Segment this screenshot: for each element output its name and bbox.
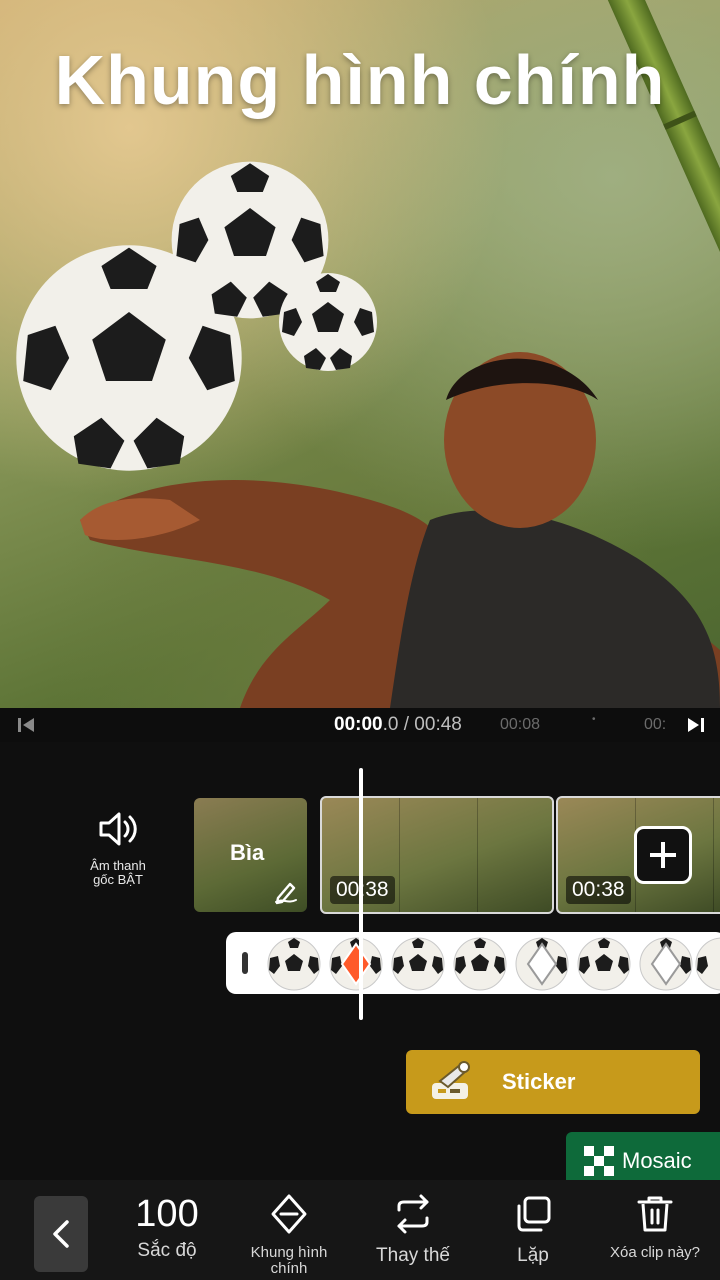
cover-label: Bìa: [230, 840, 265, 865]
duplicate-label: Lặp: [517, 1245, 549, 1266]
mosaic-button-label: Mosaic: [622, 1148, 692, 1173]
trash-icon: [637, 1196, 673, 1232]
skip-to-end-icon[interactable]: [684, 716, 708, 734]
skip-to-start-icon[interactable]: [16, 716, 38, 734]
preview-title: Khung hình chính: [54, 41, 666, 119]
timeline-tick: 00:: [644, 716, 667, 733]
video-preview[interactable]: Khung hình chính: [0, 0, 720, 708]
ball-sticker-frame: [267, 937, 321, 991]
replace-label: Thay thế: [376, 1245, 450, 1266]
ball-sticker-frame: [639, 937, 693, 991]
sticker-button-label: Sticker: [502, 1069, 576, 1094]
sticker-icon: [432, 1061, 470, 1099]
original-audio-toggle[interactable]: Âm thanh gốc BẬT: [78, 808, 158, 887]
delete-tool[interactable]: Xóa clip này?: [600, 1192, 710, 1261]
chevron-left-icon: [53, 1220, 69, 1248]
replace-tool[interactable]: Thay thế: [358, 1192, 468, 1267]
replace-arrows-icon: [397, 1194, 429, 1234]
timeline-tick: 00:08: [500, 716, 541, 733]
keyframe-label: Khung hình chính: [250, 1244, 328, 1277]
mosaic-icon: [584, 1146, 614, 1176]
ball-sticker-frame: [695, 937, 720, 991]
sticker-layer-button[interactable]: Sticker: [406, 1050, 700, 1114]
ball-sticker-frame: [329, 937, 383, 991]
intensity-label: Sắc độ: [137, 1240, 197, 1261]
clip-duration: 00:38: [566, 876, 631, 904]
keyframe-diamond-icon: [271, 1194, 307, 1234]
soccer-ball-small: [279, 273, 377, 371]
current-time: 00:00.0 / 00:48: [334, 714, 462, 735]
plus-icon: [650, 842, 676, 868]
track-trim-handle[interactable]: [242, 952, 248, 974]
ball-sticker-frame: [577, 937, 631, 991]
edit-cover-icon[interactable]: [272, 878, 300, 906]
timeline-header: 00:00.0 / 00:48 00:08 • 00:: [0, 708, 720, 742]
bottom-toolbar: 100 Sắc độ Khung hình chính Thay thế Lặp: [0, 1180, 720, 1280]
cover-thumbnail[interactable]: Bìa: [194, 798, 307, 912]
ball-sticker-frame: [515, 937, 569, 991]
intensity-value: 100: [135, 1193, 199, 1235]
intensity-tool[interactable]: 100 Sắc độ: [112, 1192, 222, 1262]
speaker-icon: [99, 812, 137, 846]
ball-sticker-frame: [453, 937, 507, 991]
playhead[interactable]: [359, 768, 363, 1020]
delete-label: Xóa clip này?: [609, 1244, 701, 1261]
add-clip-button[interactable]: [634, 826, 692, 884]
sticker-track[interactable]: [226, 932, 720, 994]
keyframe-tool[interactable]: Khung hình chính: [234, 1192, 344, 1277]
video-clip[interactable]: 00:38: [320, 796, 554, 914]
timeline-tick-dot: •: [592, 714, 596, 725]
audio-toggle-label: Âm thanh gốc BẬT: [90, 858, 146, 887]
back-button[interactable]: [34, 1196, 88, 1272]
ball-sticker-frame: [391, 937, 445, 991]
duplicate-tool[interactable]: Lặp: [478, 1192, 588, 1267]
duplicate-icon: [517, 1196, 551, 1232]
